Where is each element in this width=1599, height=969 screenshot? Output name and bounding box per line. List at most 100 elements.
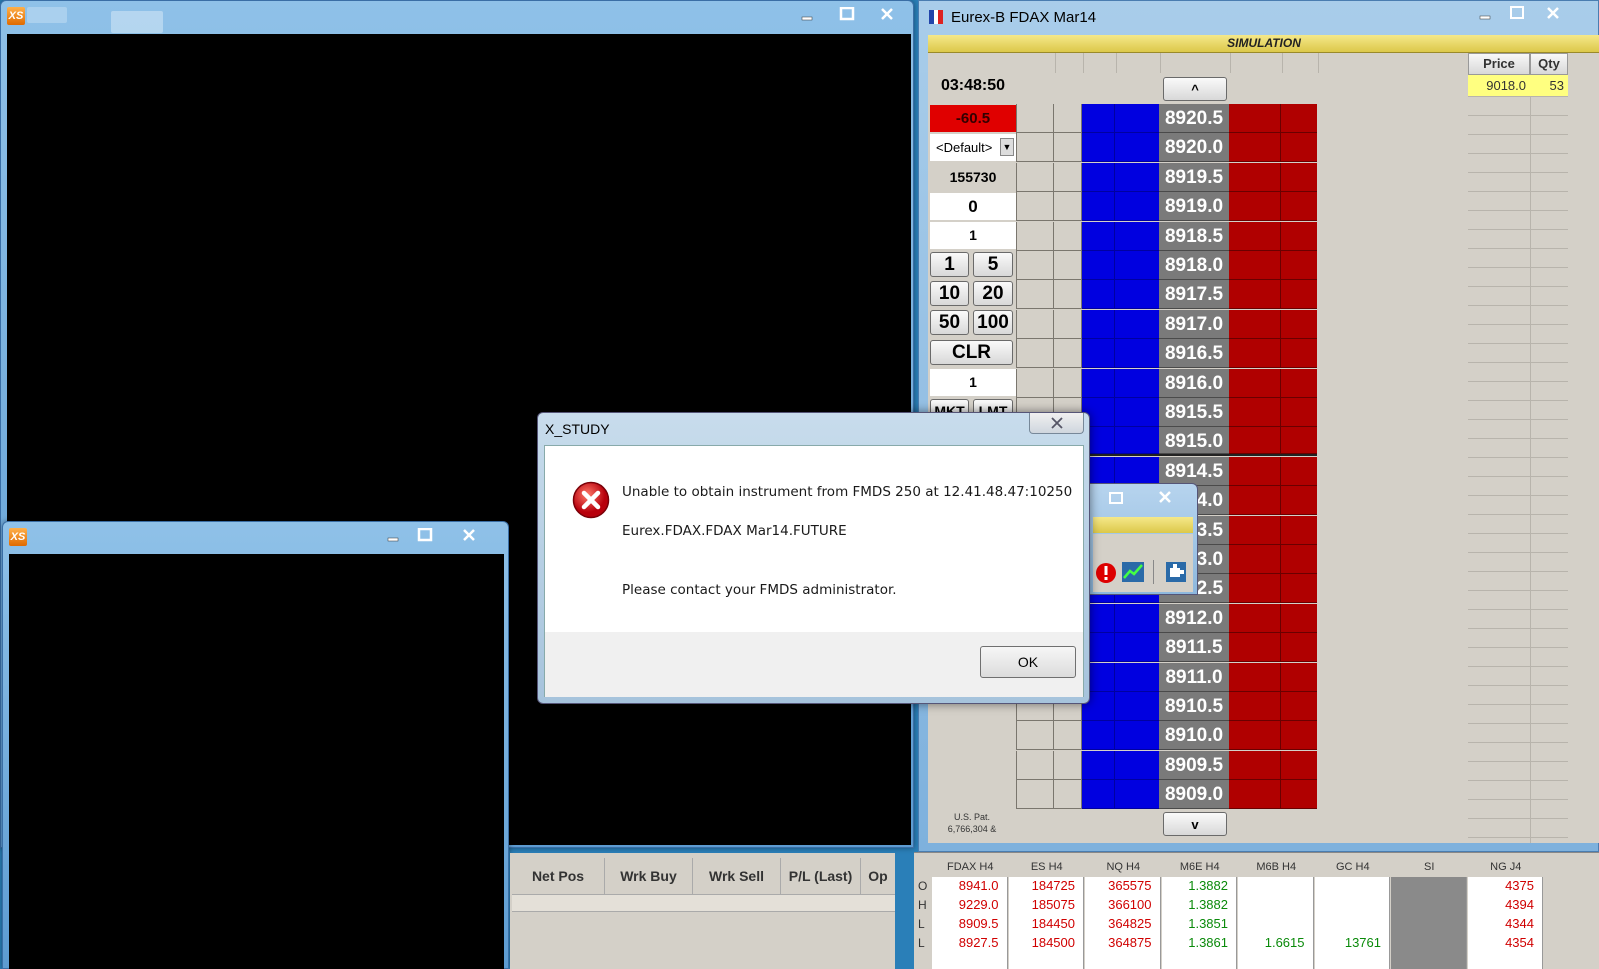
bid-cell[interactable] [1082,162,1115,192]
ask-cell[interactable] [1281,633,1317,663]
my-bid-orders-cell[interactable] [1016,280,1054,310]
my-bid-orders-cell[interactable] [1016,750,1054,780]
ask-qty-cell[interactable] [1229,486,1281,516]
qty-button-20[interactable]: 20 [973,281,1013,306]
scroll-up-button[interactable]: ^ [1163,77,1227,101]
ask-qty-cell[interactable] [1229,780,1281,810]
my-bid-qty-cell[interactable] [1054,192,1082,222]
ask-qty-cell[interactable] [1229,368,1281,398]
ask-cell[interactable] [1281,192,1317,222]
ask-qty-cell[interactable] [1229,692,1281,721]
my-bid-qty-cell[interactable] [1054,368,1082,398]
ask-cell[interactable] [1281,662,1317,692]
ask-cell[interactable] [1281,162,1317,192]
price-header[interactable]: Price [1468,53,1530,75]
col-op[interactable]: Op [861,858,895,894]
my-bid-qty-cell[interactable] [1054,133,1082,163]
ask-qty-cell[interactable] [1229,104,1281,133]
ask-qty-cell[interactable] [1229,603,1281,633]
ask-qty-cell[interactable] [1229,721,1281,751]
qty-field[interactable]: 1 [930,222,1016,249]
ask-cell[interactable] [1281,427,1317,455]
ask-cell[interactable] [1281,368,1317,398]
ask-cell[interactable] [1281,398,1317,427]
bid-qty-cell[interactable] [1115,339,1159,369]
bid-cell[interactable] [1082,309,1115,339]
ladder-row[interactable]: 8918.5 [1016,221,1317,251]
bid-qty-cell[interactable] [1115,692,1159,721]
qty-button-5[interactable]: 5 [973,252,1013,277]
ask-qty-cell[interactable] [1229,192,1281,222]
close-button[interactable] [441,524,497,546]
plugin-icon[interactable] [1165,561,1187,583]
my-bid-orders-cell[interactable] [1016,721,1054,751]
my-bid-orders-cell[interactable] [1016,309,1054,339]
my-bid-orders-cell[interactable] [1016,192,1054,222]
market-col-header[interactable]: NQ H4 [1085,859,1162,875]
maximize-button[interactable] [1101,490,1131,506]
bid-qty-cell[interactable] [1115,603,1159,633]
chart-icon[interactable] [1121,561,1145,583]
ask-qty-cell[interactable] [1229,133,1281,163]
ask-cell[interactable] [1281,721,1317,751]
ask-qty-cell[interactable] [1229,456,1281,486]
market-column[interactable] [1391,877,1467,969]
bid-cell[interactable] [1082,780,1115,810]
ask-qty-cell[interactable] [1229,515,1281,545]
my-bid-qty-cell[interactable] [1054,104,1082,133]
bid-qty-cell[interactable] [1115,398,1159,427]
my-bid-qty-cell[interactable] [1054,221,1082,251]
market-col-header[interactable]: SI [1391,859,1468,875]
my-bid-orders-cell[interactable] [1016,368,1054,398]
bid-qty-cell[interactable] [1115,280,1159,310]
ask-cell[interactable] [1281,339,1317,369]
qty-button-10[interactable]: 10 [930,281,969,306]
col-net-pos[interactable]: Net Pos [512,858,605,894]
my-bid-qty-cell[interactable] [1054,750,1082,780]
minimize-button[interactable] [377,524,409,546]
account-select[interactable]: <Default> ▼ [930,134,1016,161]
ladder-row[interactable]: 8909.0 [1016,780,1317,810]
close-button[interactable] [1533,2,1573,24]
ladder-row[interactable]: 8920.5 [1016,104,1317,133]
alert-icon[interactable] [1095,562,1117,584]
col-pl-last[interactable]: P/L (Last) [781,858,861,894]
bid-qty-cell[interactable] [1115,662,1159,692]
title-bar[interactable]: XS [3,522,508,552]
ladder-row[interactable]: 8917.0 [1016,309,1317,339]
my-bid-qty-cell[interactable] [1054,251,1082,280]
ladder-row[interactable]: 8919.5 [1016,162,1317,192]
close-button[interactable] [1153,488,1177,506]
ask-cell[interactable] [1281,692,1317,721]
bid-qty-cell[interactable] [1115,780,1159,810]
qty-button-100[interactable]: 100 [973,310,1013,335]
my-bid-qty-cell[interactable] [1054,162,1082,192]
ask-cell[interactable] [1281,133,1317,163]
maximize-button[interactable] [409,524,441,546]
bid-cell[interactable] [1082,104,1115,133]
ask-cell[interactable] [1281,309,1317,339]
ask-qty-cell[interactable] [1229,162,1281,192]
maximize-button[interactable] [1501,2,1533,24]
minimize-button[interactable] [1469,2,1501,24]
ladder-row[interactable]: 8919.0 [1016,192,1317,222]
my-bid-qty-cell[interactable] [1054,780,1082,810]
market-col-header[interactable]: M6B H4 [1238,859,1315,875]
scroll-down-button[interactable]: v [1163,812,1227,836]
ladder-row[interactable]: 8916.0 [1016,368,1317,398]
ask-cell[interactable] [1281,750,1317,780]
ask-cell[interactable] [1281,456,1317,486]
my-bid-qty-cell[interactable] [1054,280,1082,310]
error-dialog[interactable]: X_STUDY Unable to obtain instrument from… [537,412,1090,704]
market-column[interactable] [1238,877,1314,969]
ask-qty-cell[interactable] [1229,545,1281,574]
bid-qty-cell[interactable] [1115,251,1159,280]
clear-button[interactable]: CLR [930,340,1013,365]
my-bid-orders-cell[interactable] [1016,162,1054,192]
ask-qty-cell[interactable] [1229,221,1281,251]
bid-qty-cell[interactable] [1115,221,1159,251]
ladder-row[interactable]: 8918.0 [1016,251,1317,280]
ask-cell[interactable] [1281,280,1317,310]
bid-qty-cell[interactable] [1115,104,1159,133]
dialog-close-button[interactable] [1029,413,1084,434]
